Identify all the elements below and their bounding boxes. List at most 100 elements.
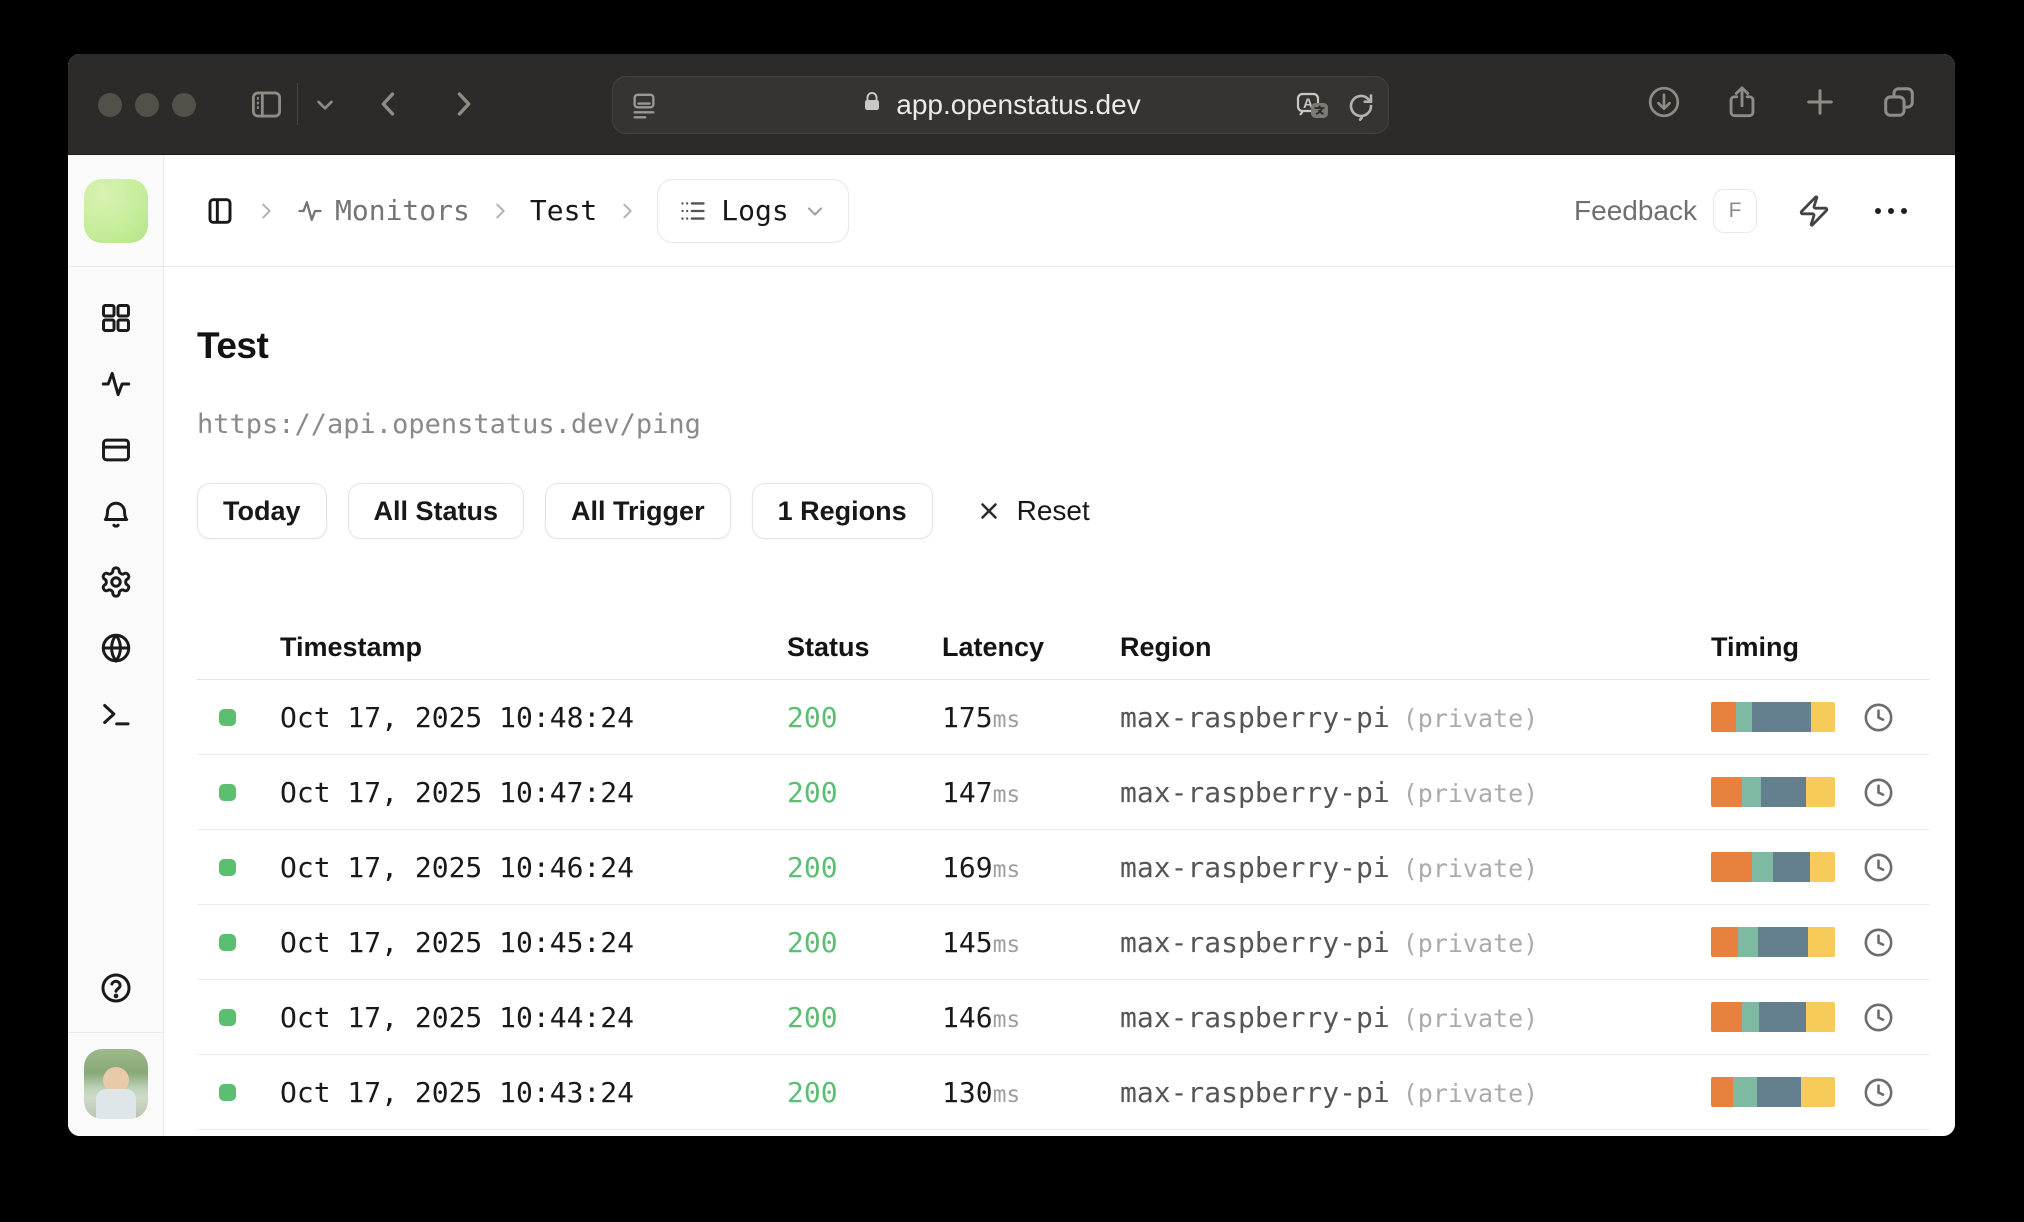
log-row[interactable]: Oct 17, 2025 10:47:24 200 147 ms max-ras…: [197, 755, 1930, 830]
timing-bar: [1711, 927, 1835, 957]
reload-icon[interactable]: [1346, 91, 1376, 126]
log-region-visibility: (private): [1403, 704, 1538, 733]
notifications-icon[interactable]: [99, 499, 133, 538]
log-region-visibility: (private): [1403, 1079, 1538, 1108]
app-sidebar: [68, 155, 164, 1136]
status-pages-icon[interactable]: [99, 433, 133, 472]
log-timestamp: Oct 17, 2025 10:45:24: [280, 926, 787, 959]
log-region: max-raspberry-pi: [1120, 926, 1390, 959]
page-header: Monitors Test Logs: [164, 155, 1955, 267]
clock-icon[interactable]: [1862, 776, 1895, 809]
log-region: max-raspberry-pi: [1120, 776, 1390, 809]
share-icon[interactable]: [1724, 84, 1760, 125]
address-bar[interactable]: app.openstatus.dev A: [612, 76, 1389, 134]
status-dot: [219, 784, 236, 801]
back-button[interactable]: [372, 87, 406, 121]
breadcrumb-monitor-name[interactable]: Test: [530, 194, 597, 227]
table-header-row: Timestamp Status Latency Region Timing: [197, 615, 1930, 680]
new-tab-icon[interactable]: [1802, 84, 1838, 125]
log-latency-value: 147: [942, 776, 993, 809]
log-latency-value: 175: [942, 701, 993, 734]
clock-icon[interactable]: [1862, 926, 1895, 959]
log-region: max-raspberry-pi: [1120, 1076, 1390, 1109]
column-header-region[interactable]: Region: [1120, 632, 1711, 663]
globe-icon[interactable]: [99, 631, 133, 670]
minimize-window-button[interactable]: [135, 93, 159, 117]
filter-status-button[interactable]: All Status: [348, 483, 525, 539]
sidebar-toggle-icon[interactable]: [248, 86, 285, 123]
url-text: app.openstatus.dev: [896, 89, 1140, 121]
close-icon: [976, 498, 1002, 524]
clock-icon[interactable]: [1862, 1076, 1895, 1109]
feedback-shortcut-badge: F: [1713, 189, 1757, 233]
clock-icon[interactable]: [1862, 701, 1895, 734]
chevron-right-icon: [255, 200, 277, 222]
terminal-icon[interactable]: [99, 697, 133, 736]
log-timestamp: Oct 17, 2025 10:44:24: [280, 1001, 787, 1034]
column-header-status[interactable]: Status: [787, 632, 942, 663]
logs-icon: [679, 197, 707, 225]
log-latency-value: 146: [942, 1001, 993, 1034]
status-dot: [219, 1009, 236, 1026]
log-latency-value: 130: [942, 1076, 993, 1109]
reset-filters-button[interactable]: Reset: [976, 495, 1090, 527]
timing-bar: [1711, 1077, 1835, 1107]
toolbar-divider: [297, 83, 298, 125]
clock-icon[interactable]: [1862, 851, 1895, 884]
log-row[interactable]: Oct 17, 2025 10:48:24 200 175 ms max-ras…: [197, 680, 1930, 755]
translate-icon[interactable]: A: [1294, 90, 1332, 127]
log-status-code: 200: [787, 776, 942, 809]
filter-date-button[interactable]: Today: [197, 483, 327, 539]
filter-bar: Today All Status All Trigger 1 Regions R…: [197, 483, 1930, 539]
help-icon[interactable]: [99, 971, 133, 1010]
feedback-button[interactable]: Feedback F: [1574, 189, 1757, 233]
logs-table: Timestamp Status Latency Region Timing O…: [197, 615, 1930, 1130]
log-row[interactable]: Oct 17, 2025 10:44:24 200 146 ms max-ras…: [197, 980, 1930, 1055]
column-header-timing[interactable]: Timing: [1711, 632, 1930, 663]
column-header-latency[interactable]: Latency: [942, 632, 1120, 663]
more-options-icon[interactable]: [1875, 208, 1907, 214]
filter-regions-button[interactable]: 1 Regions: [752, 483, 933, 539]
log-region: max-raspberry-pi: [1120, 1001, 1390, 1034]
chevron-right-icon: [616, 200, 638, 222]
downloads-icon[interactable]: [1646, 84, 1682, 125]
monitors-icon[interactable]: [99, 367, 133, 406]
user-avatar[interactable]: [84, 1049, 148, 1119]
window-controls: [98, 93, 196, 117]
reader-icon[interactable]: [629, 91, 659, 126]
log-status-code: 200: [787, 1076, 942, 1109]
tab-overview-icon[interactable]: [1880, 83, 1918, 126]
log-timestamp: Oct 17, 2025 10:47:24: [280, 776, 787, 809]
status-dot: [219, 1084, 236, 1101]
log-row[interactable]: Oct 17, 2025 10:43:24 200 130 ms max-ras…: [197, 1055, 1930, 1130]
command-menu-icon[interactable]: [1797, 194, 1831, 228]
workspace-avatar[interactable]: [84, 179, 148, 243]
lock-icon: [860, 89, 884, 121]
log-region-visibility: (private): [1403, 929, 1538, 958]
log-region-visibility: (private): [1403, 854, 1538, 883]
log-latency-unit: ms: [993, 857, 1021, 883]
monitor-endpoint-url: https://api.openstatus.dev/ping: [197, 409, 1930, 441]
breadcrumb: Monitors Test Logs: [204, 179, 849, 243]
dashboard-icon[interactable]: [99, 301, 133, 340]
log-region: max-raspberry-pi: [1120, 701, 1390, 734]
tab-group-chevron-icon[interactable]: [312, 91, 338, 117]
settings-icon[interactable]: [99, 565, 133, 604]
log-latency-unit: ms: [993, 932, 1021, 958]
zoom-window-button[interactable]: [172, 93, 196, 117]
clock-icon[interactable]: [1862, 1001, 1895, 1034]
log-timestamp: Oct 17, 2025 10:43:24: [280, 1076, 787, 1109]
forward-button[interactable]: [446, 87, 480, 121]
log-status-code: 200: [787, 1001, 942, 1034]
log-latency-unit: ms: [993, 782, 1021, 808]
log-row[interactable]: Oct 17, 2025 10:46:24 200 169 ms max-ras…: [197, 830, 1930, 905]
column-header-timestamp[interactable]: Timestamp: [280, 632, 787, 663]
filter-trigger-button[interactable]: All Trigger: [545, 483, 731, 539]
log-region-visibility: (private): [1403, 779, 1538, 808]
log-row[interactable]: Oct 17, 2025 10:45:24 200 145 ms max-ras…: [197, 905, 1930, 980]
close-window-button[interactable]: [98, 93, 122, 117]
log-region: max-raspberry-pi: [1120, 851, 1390, 884]
breadcrumb-monitors[interactable]: Monitors: [296, 194, 470, 227]
panel-toggle-icon[interactable]: [204, 195, 236, 227]
logs-view-dropdown[interactable]: Logs: [657, 179, 848, 243]
